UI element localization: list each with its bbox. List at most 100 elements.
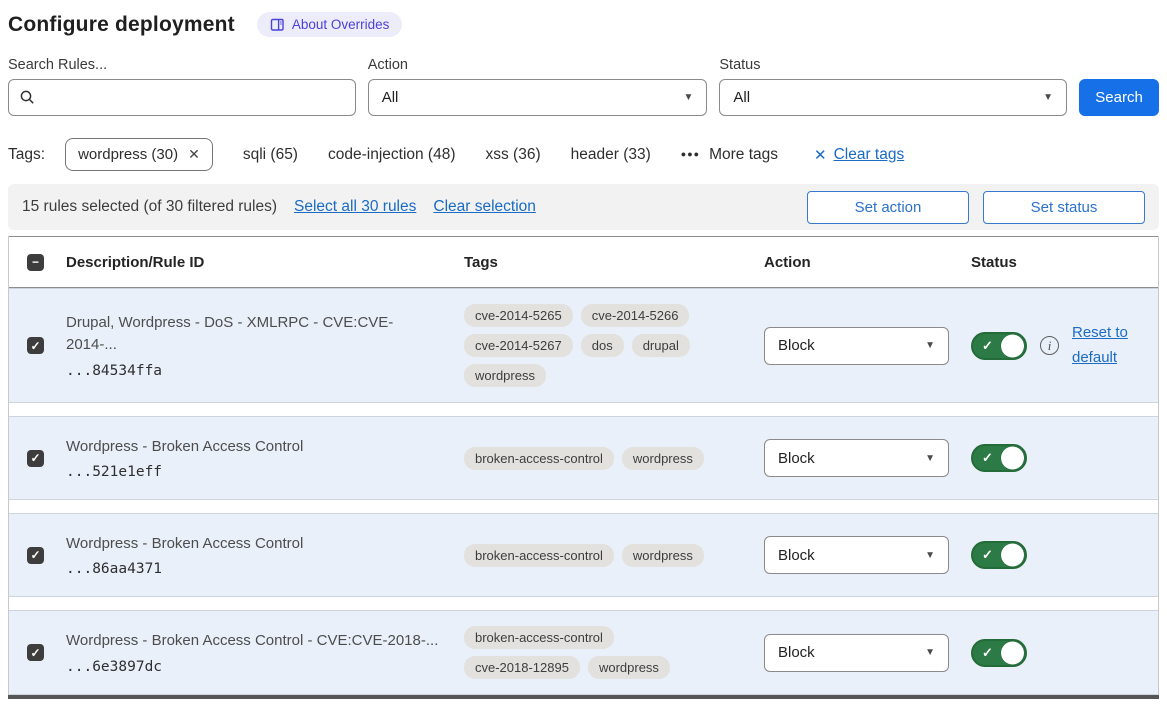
rule-status-toggle[interactable]: ✓ bbox=[971, 444, 1027, 472]
table-header: − Description/Rule ID Tags Action Status bbox=[9, 236, 1158, 288]
selected-tag-label: wordpress (30) bbox=[78, 146, 178, 163]
tag-pill: broken-access-control bbox=[464, 544, 614, 567]
check-icon: ✓ bbox=[982, 645, 993, 661]
rule-status-toggle[interactable]: ✓ bbox=[971, 541, 1027, 569]
tag-pill: wordpress bbox=[622, 447, 704, 470]
remove-tag-icon[interactable]: ✕ bbox=[188, 146, 200, 163]
set-status-button[interactable]: Set status bbox=[983, 191, 1145, 224]
column-action: Action bbox=[764, 254, 971, 271]
column-description: Description/Rule ID bbox=[66, 254, 464, 271]
chevron-down-icon: ▼ bbox=[925, 550, 935, 561]
check-icon: ✓ bbox=[30, 646, 40, 660]
tag-pill: broken-access-control bbox=[464, 626, 614, 649]
table-row: ✓ Wordpress - Broken Access Control - CV… bbox=[9, 610, 1158, 695]
tag-pill: cve-2018-12895 bbox=[464, 656, 580, 679]
tag-filter-header[interactable]: header (33) bbox=[571, 146, 651, 164]
tag-pill: wordpress bbox=[622, 544, 704, 567]
search-rules-input[interactable] bbox=[44, 89, 345, 106]
select-all-checkbox[interactable]: − bbox=[27, 254, 44, 271]
check-icon: ✓ bbox=[30, 339, 40, 353]
action-filter-label: Action bbox=[368, 57, 708, 73]
action-filter-select[interactable]: All ▼ bbox=[368, 79, 708, 116]
rule-id: ...84534ffa bbox=[66, 363, 442, 379]
rule-status-toggle[interactable]: ✓ bbox=[971, 639, 1027, 667]
status-filter-label: Status bbox=[719, 57, 1067, 73]
search-rules-label: Search Rules... bbox=[8, 57, 356, 73]
column-status: Status bbox=[971, 254, 1158, 271]
rule-id: ...521e1eff bbox=[66, 464, 442, 480]
more-tags-label: More tags bbox=[709, 146, 778, 164]
search-button[interactable]: Search bbox=[1079, 79, 1159, 116]
rule-description: Wordpress - Broken Access Control bbox=[66, 436, 442, 458]
clear-selection-link[interactable]: Clear selection bbox=[433, 198, 536, 216]
status-filter-select[interactable]: All ▼ bbox=[719, 79, 1067, 116]
tag-pill: cve-2014-5266 bbox=[581, 304, 690, 327]
tag-filter-xss[interactable]: xss (36) bbox=[486, 146, 541, 164]
rule-action-select[interactable]: Block ▼ bbox=[764, 327, 949, 365]
toggle-knob bbox=[1001, 334, 1024, 357]
check-icon: ✓ bbox=[30, 451, 40, 465]
chevron-down-icon: ▼ bbox=[925, 453, 935, 464]
set-action-button[interactable]: Set action bbox=[807, 191, 969, 224]
toggle-knob bbox=[1001, 544, 1024, 567]
rule-action-select[interactable]: Block ▼ bbox=[764, 634, 949, 672]
selected-tag-chip[interactable]: wordpress (30) ✕ bbox=[65, 138, 213, 171]
about-overrides-badge[interactable]: About Overrides bbox=[257, 12, 403, 37]
search-icon bbox=[19, 89, 36, 106]
rule-id: ...6e3897dc bbox=[66, 659, 442, 675]
table-body: ✓ Drupal, Wordpress - DoS - XMLRPC - CVE… bbox=[9, 288, 1158, 695]
rule-action-value: Block bbox=[778, 547, 815, 564]
rule-action-value: Block bbox=[778, 450, 815, 467]
about-overrides-label: About Overrides bbox=[292, 17, 390, 32]
book-icon bbox=[270, 18, 285, 32]
reset-to-default-link[interactable]: Reset to default bbox=[1072, 321, 1138, 371]
rule-action-value: Block bbox=[778, 644, 815, 661]
check-icon: ✓ bbox=[982, 450, 993, 466]
rule-action-select[interactable]: Block ▼ bbox=[764, 536, 949, 574]
rule-tags: broken-access-control wordpress bbox=[464, 447, 716, 470]
rule-status-toggle[interactable]: ✓ bbox=[971, 332, 1027, 360]
rule-description: Wordpress - Broken Access Control bbox=[66, 533, 442, 555]
tag-pill: dos bbox=[581, 334, 624, 357]
chevron-down-icon: ▼ bbox=[683, 92, 693, 103]
search-rules-input-wrap bbox=[8, 79, 356, 116]
row-checkbox[interactable]: ✓ bbox=[27, 547, 44, 564]
check-icon: ✓ bbox=[30, 548, 40, 562]
action-filter-value: All bbox=[382, 89, 399, 106]
tag-pill: broken-access-control bbox=[464, 447, 614, 470]
page-header: Configure deployment About Overrides bbox=[8, 12, 1159, 37]
table-row: ✓ Wordpress - Broken Access Control ...8… bbox=[9, 513, 1158, 597]
tag-pill: wordpress bbox=[588, 656, 670, 679]
ellipsis-icon: ●●● bbox=[681, 149, 700, 159]
tag-pill: cve-2014-5265 bbox=[464, 304, 573, 327]
chevron-down-icon: ▼ bbox=[925, 647, 935, 658]
next-row-edge bbox=[8, 695, 1159, 699]
check-icon: ✓ bbox=[982, 338, 993, 354]
clear-tags-label: Clear tags bbox=[834, 146, 905, 164]
rule-description: Wordpress - Broken Access Control - CVE:… bbox=[66, 630, 442, 652]
status-filter-value: All bbox=[733, 89, 750, 106]
chevron-down-icon: ▼ bbox=[925, 340, 935, 351]
row-checkbox[interactable]: ✓ bbox=[27, 644, 44, 661]
page-title: Configure deployment bbox=[8, 13, 235, 37]
row-checkbox[interactable]: ✓ bbox=[27, 337, 44, 354]
rule-tags: broken-access-control cve-2018-12895 wordp… bbox=[464, 626, 716, 679]
rule-tags: broken-access-control wordpress bbox=[464, 544, 716, 567]
table-row: ✓ Wordpress - Broken Access Control ...5… bbox=[9, 416, 1158, 500]
select-all-link[interactable]: Select all 30 rules bbox=[294, 198, 416, 216]
clear-tags-link[interactable]: ✕ Clear tags bbox=[814, 146, 904, 164]
tag-filter-code-injection[interactable]: code-injection (48) bbox=[328, 146, 456, 164]
rule-description: Drupal, Wordpress - DoS - XMLRPC - CVE:C… bbox=[66, 312, 442, 356]
configure-deployment-page: Configure deployment About Overrides Sea… bbox=[0, 0, 1167, 699]
close-icon: ✕ bbox=[814, 146, 827, 164]
rules-table: − Description/Rule ID Tags Action Status… bbox=[8, 236, 1159, 695]
tag-filter-sqli[interactable]: sqli (65) bbox=[243, 146, 298, 164]
rule-action-select[interactable]: Block ▼ bbox=[764, 439, 949, 477]
tags-label: Tags: bbox=[8, 146, 45, 164]
chevron-down-icon: ▼ bbox=[1043, 92, 1053, 103]
info-icon[interactable]: i bbox=[1040, 336, 1059, 355]
tag-pill: drupal bbox=[632, 334, 690, 357]
selection-summary: 15 rules selected (of 30 filtered rules) bbox=[22, 198, 277, 216]
more-tags-button[interactable]: ●●● More tags bbox=[681, 146, 778, 164]
row-checkbox[interactable]: ✓ bbox=[27, 450, 44, 467]
